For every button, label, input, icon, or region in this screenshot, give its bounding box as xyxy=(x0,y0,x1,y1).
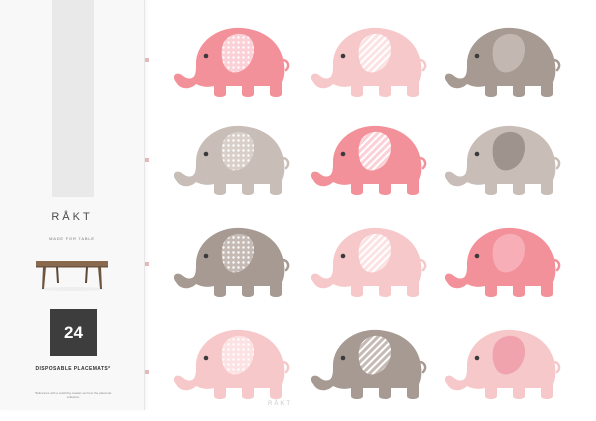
product-footnote: *Enhances with a matching coaster set fr… xyxy=(34,391,112,399)
elephant xyxy=(444,125,561,195)
elephant xyxy=(173,27,290,97)
count-value: 24 xyxy=(64,322,83,342)
elephant xyxy=(444,329,561,399)
elephant xyxy=(444,227,561,297)
edge-mark xyxy=(145,158,149,162)
table-icon xyxy=(36,261,108,291)
elephant xyxy=(310,125,427,195)
packaging-panel: RÅKT MADE FOR TABLE 24 DISPOSABLE PLACEM… xyxy=(0,0,145,410)
elephant xyxy=(310,329,427,399)
brand-logo: RÅKT xyxy=(51,211,93,223)
elephant xyxy=(173,125,290,195)
elephant xyxy=(173,227,290,297)
elephant xyxy=(173,329,290,399)
placemat-product-view: RÅKT MADE FOR TABLE 24 DISPOSABLE PLACEM… xyxy=(0,0,596,421)
edge-mark xyxy=(145,370,149,374)
edge-mark xyxy=(145,58,149,62)
edge-mark xyxy=(145,262,149,266)
packaging-strip xyxy=(52,0,94,197)
product-title: DISPOSABLE PLACEMATS* xyxy=(35,366,111,372)
elephant xyxy=(310,27,427,97)
elephant xyxy=(444,27,561,97)
count-badge: 24 xyxy=(50,309,97,356)
elephant xyxy=(310,227,427,297)
footer-brand: RÅKT xyxy=(268,401,293,407)
brand-tagline: MADE FOR TABLE xyxy=(49,236,95,241)
